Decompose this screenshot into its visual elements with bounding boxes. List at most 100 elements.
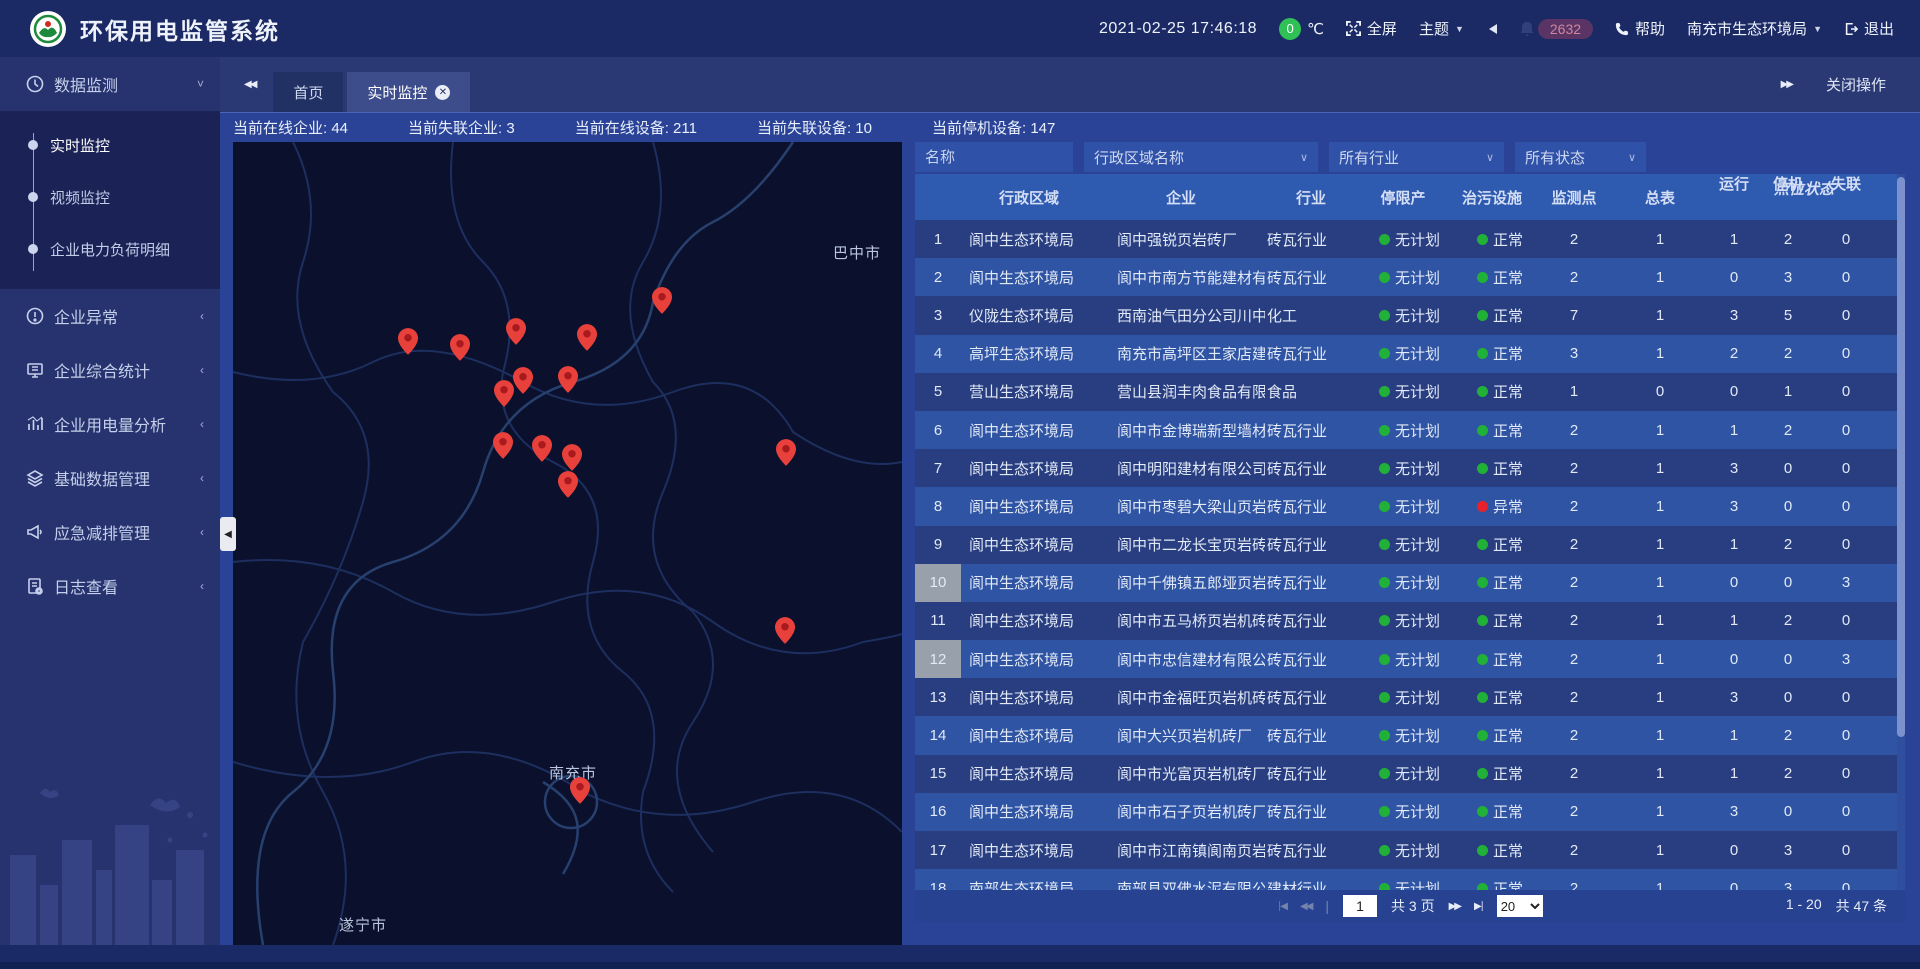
- tab-close-icon[interactable]: ✕: [435, 85, 450, 100]
- table-row[interactable]: 2阆中生态环境局阆中市南方节能建材有砖瓦行业无计划正常21030: [915, 258, 1905, 296]
- sidebar-item-实时监控[interactable]: 实时监控: [0, 119, 220, 171]
- status-dot: [1379, 806, 1390, 817]
- map-pin[interactable]: [558, 366, 578, 393]
- last-page-icon[interactable]: ▶∣: [1474, 901, 1483, 912]
- cell-offline: 0: [1815, 335, 1877, 373]
- cell-region: 阆中生态环境局: [961, 678, 1097, 716]
- map-pin[interactable]: [577, 324, 597, 351]
- map-pin[interactable]: [775, 617, 795, 644]
- tab-实时监控[interactable]: 实时监控✕: [347, 72, 470, 112]
- help-button[interactable]: 帮助: [1615, 18, 1665, 39]
- table-scrollbar[interactable]: [1897, 174, 1905, 890]
- first-page-icon[interactable]: ∣◀: [1277, 901, 1286, 912]
- table-row[interactable]: 11阆中生态环境局阆中市五马桥页岩机砖砖瓦行业无计划正常21120: [915, 602, 1905, 640]
- region-select[interactable]: 行政区域名称 ∨: [1084, 142, 1318, 172]
- cell-shutdown: 3: [1761, 258, 1815, 296]
- tab-首页[interactable]: 首页: [273, 72, 343, 112]
- sidebar-group-1[interactable]: 企业异常‹: [0, 289, 220, 343]
- sound-toggle[interactable]: [1486, 23, 1498, 35]
- map-pin[interactable]: [494, 380, 514, 407]
- table-row[interactable]: 16阆中生态环境局阆中市石子页岩机砖厂砖瓦行业无计划正常21300: [915, 793, 1905, 831]
- cell-offline: 0: [1815, 526, 1877, 564]
- map-pin[interactable]: [652, 287, 672, 314]
- table-row[interactable]: 9阆中生态环境局阆中市二龙长宝页岩砖砖瓦行业无计划正常21120: [915, 526, 1905, 564]
- sidebar-item-视频监控[interactable]: 视频监控: [0, 171, 220, 223]
- table-row[interactable]: 17阆中生态环境局阆中市江南镇阆南页岩砖瓦行业无计划正常21030: [915, 831, 1905, 869]
- tabs-scroll-right-icon[interactable]: ▶▶: [1781, 79, 1792, 90]
- sidebar-group-6[interactable]: 日志查看‹: [0, 559, 220, 613]
- megaphone-icon: [26, 523, 44, 541]
- map-pin[interactable]: [570, 777, 590, 804]
- status-dot: [1477, 615, 1488, 626]
- pagination-bar: ∣◀ ◀◀ | 共 3 页 ▶▶ ▶∣ 20 1 - 20 共 47 条: [915, 890, 1905, 922]
- map-pin[interactable]: [450, 334, 470, 361]
- status-dot: [1379, 883, 1390, 890]
- sidebar-item-企业电力负荷明细[interactable]: 企业电力负荷明细: [0, 223, 220, 275]
- sidebar-group-3[interactable]: 企业用电量分析‹: [0, 397, 220, 451]
- table-row[interactable]: 7阆中生态环境局阆中明阳建材有限公司砖瓦行业无计划正常21300: [915, 449, 1905, 487]
- table-row[interactable]: 18南部生态环境局南部县双佛水泥有限公建材行业无计划正常21030: [915, 869, 1905, 890]
- table-row[interactable]: 8阆中生态环境局阆中市枣碧大梁山页岩砖瓦行业无计划异常21300: [915, 487, 1905, 525]
- table-row[interactable]: 10阆中生态环境局阆中千佛镇五郎垭页岩砖瓦行业无计划正常21003: [915, 564, 1905, 602]
- tabs-scroll-left-icon[interactable]: ◀◀: [244, 79, 255, 90]
- map-pin[interactable]: [506, 318, 526, 345]
- cell-row-number: 10: [915, 564, 961, 602]
- map-panel[interactable]: 巴中市南充市遂宁市: [233, 142, 902, 945]
- status-dot: [1379, 463, 1390, 474]
- status-dot: [1379, 730, 1390, 741]
- page-number-input[interactable]: [1343, 895, 1377, 917]
- map-pin[interactable]: [398, 328, 418, 355]
- map-pin[interactable]: [513, 367, 533, 394]
- map-pin[interactable]: [532, 435, 552, 462]
- logout-button[interactable]: 退出: [1844, 18, 1894, 39]
- cell-facility-status: 正常: [1449, 564, 1535, 602]
- cell-offline: 0: [1815, 411, 1877, 449]
- industry-select[interactable]: 所有行业 ∨: [1329, 142, 1504, 172]
- sidebar-collapse-button[interactable]: ◀: [220, 517, 236, 551]
- cell-stop-plan: 无计划: [1357, 640, 1449, 678]
- cell-stop-plan: 无计划: [1357, 602, 1449, 640]
- sidebar-group-4[interactable]: 基础数据管理‹: [0, 451, 220, 505]
- prev-page-icon[interactable]: ◀◀: [1300, 901, 1311, 912]
- sidebar-group-5[interactable]: 应急减排管理‹: [0, 505, 220, 559]
- table-row[interactable]: 3仪陇生态环境局西南油气田分公司川中化工无计划正常71350: [915, 296, 1905, 334]
- sidebar-group-2[interactable]: 企业综合统计‹: [0, 343, 220, 397]
- cell-enterprise: 南部县双佛水泥有限公: [1097, 869, 1265, 890]
- table-row[interactable]: 1阆中生态环境局阆中强锐页岩砖厂砖瓦行业无计划正常21120: [915, 220, 1905, 258]
- name-search-input[interactable]: [915, 142, 1073, 172]
- theme-menu[interactable]: 主题 ▼: [1419, 18, 1464, 39]
- cell-stop-plan: 无计划: [1357, 793, 1449, 831]
- table-row[interactable]: 14阆中生态环境局阆中大兴页岩机砖厂砖瓦行业无计划正常21120: [915, 716, 1905, 754]
- status-dot: [1477, 348, 1488, 359]
- cell-shutdown: 2: [1761, 755, 1815, 793]
- map-pin[interactable]: [562, 444, 582, 471]
- cell-meter: 1: [1613, 602, 1707, 640]
- log-icon: [26, 577, 44, 595]
- stats-bar: 当前在线企业: 44当前失联企业: 3当前在线设备: 211当前失联设备: 10…: [220, 112, 1920, 142]
- table-row[interactable]: 4高坪生态环境局南充市高坪区王家店建砖瓦行业无计划正常31220: [915, 335, 1905, 373]
- status-select[interactable]: 所有状态 ∨: [1515, 142, 1646, 172]
- status-dot: [1477, 768, 1488, 779]
- user-org-menu[interactable]: 南充市生态环境局 ▼: [1687, 18, 1822, 39]
- cell-offline: 0: [1815, 678, 1877, 716]
- map-pin[interactable]: [558, 471, 578, 498]
- table-row[interactable]: 15阆中生态环境局阆中市光富页岩机砖厂砖瓦行业无计划正常21120: [915, 755, 1905, 793]
- cell-row-number: 18: [915, 869, 961, 890]
- table-row[interactable]: 12阆中生态环境局阆中市忠信建材有限公砖瓦行业无计划正常21003: [915, 640, 1905, 678]
- close-operations-button[interactable]: 关闭操作: [1826, 74, 1886, 95]
- table-row[interactable]: 6阆中生态环境局阆中市金博瑞新型墙材砖瓦行业无计划正常21120: [915, 411, 1905, 449]
- enterprise-table-panel: 行政区域名称 ∨ 所有行业 ∨ 所有状态 ∨ 行政区域 企业 行业 停限产 治污…: [915, 142, 1905, 945]
- table-row[interactable]: 13阆中生态环境局阆中市金福旺页岩机砖砖瓦行业无计划正常21300: [915, 678, 1905, 716]
- fullscreen-button[interactable]: 全屏: [1346, 18, 1397, 39]
- notifications[interactable]: 2632: [1520, 19, 1593, 39]
- cell-facility-status: 正常: [1449, 640, 1535, 678]
- sidebar-group-0[interactable]: 数据监测˅: [0, 57, 220, 111]
- map-pin[interactable]: [493, 432, 513, 459]
- map-label-巴中市: 巴中市: [833, 242, 881, 263]
- next-page-icon[interactable]: ▶▶: [1449, 901, 1460, 912]
- map-pin[interactable]: [776, 439, 796, 466]
- table-row[interactable]: 5营山生态环境局营山县润丰肉食品有限食品无计划正常10010: [915, 373, 1905, 411]
- cell-meter: 1: [1613, 716, 1707, 754]
- page-size-select[interactable]: 20: [1497, 895, 1543, 917]
- cell-stop-plan: 无计划: [1357, 869, 1449, 890]
